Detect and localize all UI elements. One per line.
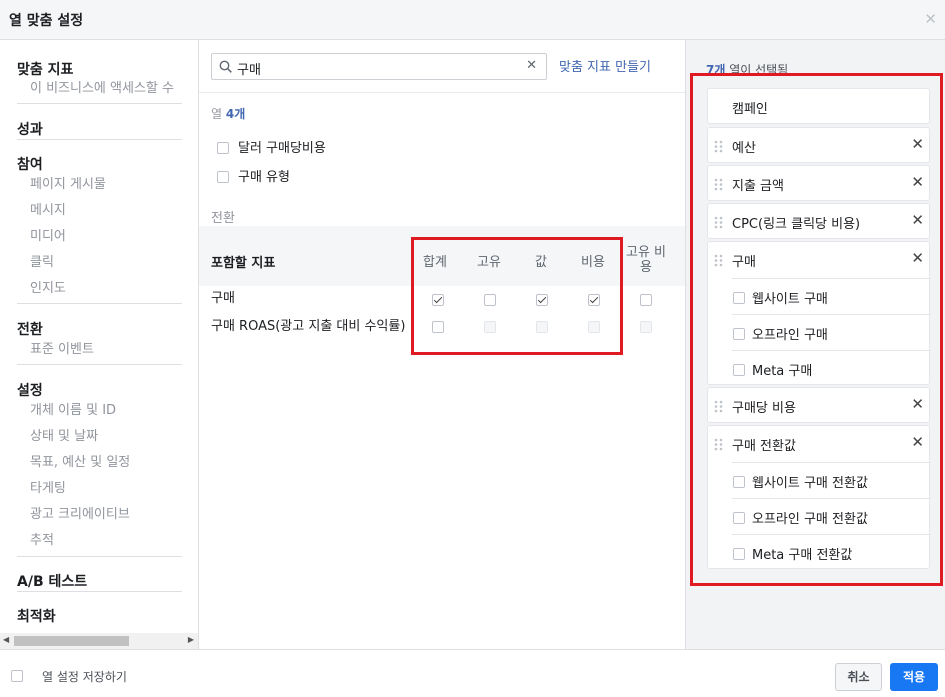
sidebar-item[interactable]: 페이지 게시물 — [30, 173, 106, 192]
sidebar-section-6[interactable]: 최적화 — [17, 606, 56, 626]
close-icon[interactable]: ✕ — [924, 10, 937, 28]
option-purchase-type[interactable]: 구매 유형 — [217, 166, 290, 185]
sidebar-item[interactable]: 타게팅 — [30, 477, 66, 496]
column-unique-cost: 고유 비용 — [625, 245, 666, 275]
create-custom-metric-link[interactable]: 맞춤 지표 만들기 — [559, 56, 651, 75]
metric-checkbox — [640, 321, 652, 333]
sidebar-item[interactable]: 클릭 — [30, 251, 54, 270]
sidebar-item[interactable]: 인지도 — [30, 277, 66, 296]
sidebar-item[interactable]: 추적 — [30, 529, 54, 548]
selected-columns-pane: 7개 열이 선택됨 캠페인 예산 ✕ 지출 금액 ✕ CPC(링크 클릭당 비용) ✕ 구매 ✕… — [685, 40, 945, 649]
option-cost-per-purchase-usd[interactable]: 달러 구매당비용 — [217, 137, 326, 156]
sidebar-item[interactable]: 메시지 — [30, 199, 66, 218]
sidebar-item[interactable]: 목표, 예산 및 일정 — [30, 451, 130, 470]
divider — [17, 556, 182, 557]
sidebar-section-1[interactable]: 성과 — [17, 119, 43, 139]
dialog-header: 열 맞춤 설정 ✕ — [0, 0, 945, 40]
divider — [17, 103, 182, 104]
table-row-label-purchase: 구매 — [211, 291, 235, 306]
sidebar-section-4[interactable]: 설정 — [17, 380, 43, 400]
category-sidebar: 맞춤 지표 이 비즈니스에 액세스할 수성과참여 페이지 게시물메시지미디어클릭인지… — [0, 40, 199, 649]
apply-button[interactable]: 적용 — [890, 663, 938, 691]
sidebar-section-5[interactable]: A/B 테스트 — [17, 571, 87, 591]
search-icon — [219, 60, 232, 73]
conversion-section-header: 전환 — [211, 211, 235, 226]
highlight-box — [690, 73, 943, 586]
checkbox[interactable] — [217, 142, 229, 154]
save-settings-label: 열 설정 저장하기 — [42, 670, 127, 684]
sidebar-section-3[interactable]: 전환 — [17, 319, 43, 339]
checkbox[interactable] — [217, 171, 229, 183]
option-label: 구매 유형 — [238, 170, 290, 185]
dialog-title: 열 맞춤 설정 — [9, 13, 84, 29]
divider — [17, 139, 182, 140]
sidebar-horizontal-scrollbar[interactable]: ◀ ▶ — [0, 633, 198, 649]
scroll-left-icon[interactable]: ◀ — [3, 635, 9, 644]
cancel-button[interactable]: 취소 — [835, 663, 882, 691]
result-count-value: 4개 — [225, 107, 246, 121]
sidebar-item[interactable]: 상태 및 날짜 — [30, 425, 98, 444]
sidebar-item[interactable]: 광고 크리에이티브 — [30, 503, 130, 522]
highlight-box — [411, 237, 623, 355]
divider — [17, 591, 182, 592]
sidebar-item[interactable]: 이 비즈니스에 액세스할 수 — [30, 77, 174, 96]
metric-search-input[interactable]: 구매 ✕ — [211, 53, 547, 80]
option-label: 달러 구매당비용 — [238, 141, 326, 156]
save-settings-checkbox[interactable] — [11, 670, 23, 682]
sidebar-item[interactable]: 개체 이름 및 ID — [30, 399, 116, 418]
sidebar-item[interactable]: 표준 이벤트 — [30, 338, 94, 357]
result-count: 열 4개 — [211, 105, 245, 122]
divider — [17, 364, 182, 365]
dialog-footer: 열 설정 저장하기 취소 적용 — [0, 649, 945, 697]
scroll-right-icon[interactable]: ▶ — [188, 635, 194, 644]
metric-checkbox[interactable] — [640, 294, 652, 306]
scrollbar-thumb[interactable] — [14, 636, 129, 646]
divider — [17, 303, 182, 304]
result-count-prefix: 열 — [211, 107, 226, 121]
divider — [199, 92, 685, 93]
sidebar-section-0[interactable]: 맞춤 지표 — [17, 59, 73, 79]
sidebar-section-2[interactable]: 참여 — [17, 154, 43, 174]
sidebar-item[interactable]: 미디어 — [30, 225, 66, 244]
search-results-pane: 구매 ✕ 맞춤 지표 만들기 열 4개 달러 구매당비용 구매 유형 전환 포함… — [199, 40, 685, 649]
clear-search-icon[interactable]: ✕ — [526, 58, 537, 73]
table-row-label-roas: 구매 ROAS(광고 지출 대비 수익률) — [211, 319, 406, 334]
row-header: 포함할 지표 — [211, 256, 276, 271]
search-value: 구매 — [237, 63, 261, 78]
